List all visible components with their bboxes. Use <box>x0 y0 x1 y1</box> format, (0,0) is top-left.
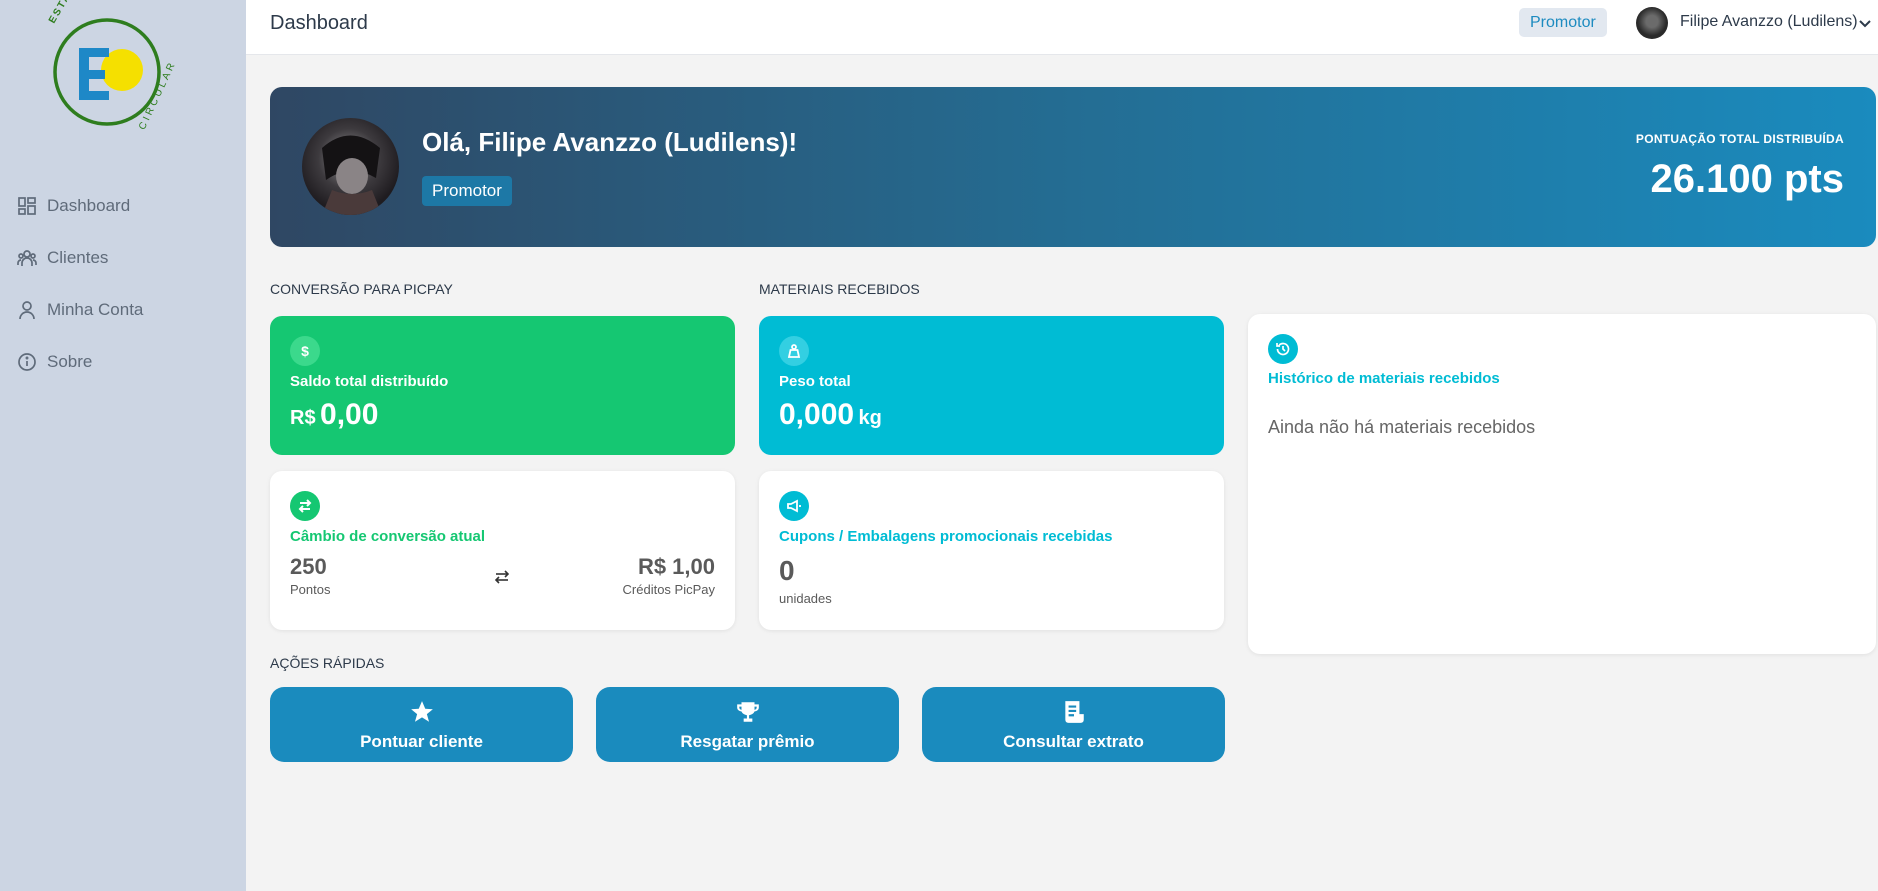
sidebar-item-sobre[interactable]: Sobre <box>0 336 246 388</box>
avatar[interactable] <box>1636 7 1668 39</box>
swap-icon <box>494 570 510 584</box>
history-label: Histórico de materiais recebidos <box>1268 370 1500 387</box>
balance-card: $ Saldo total distribuído R$ 0,00 <box>270 316 735 455</box>
sidebar: ESTAÇÃO CIRCULAR Dashboard Clientes Minh… <box>0 0 246 891</box>
sidebar-item-label: Clientes <box>47 248 109 267</box>
exchange-card: Câmbio de conversão atual 250 Pontos R$ … <box>270 471 735 630</box>
weight-scale-icon <box>779 336 809 366</box>
megaphone-icon <box>779 491 809 521</box>
sidebar-item-label: Sobre <box>47 352 93 371</box>
exchange-left-unit: Pontos <box>290 582 331 597</box>
materials-history-card: Histórico de materiais recebidos Ainda n… <box>1248 314 1876 654</box>
users-icon <box>17 250 37 266</box>
sidebar-item-label: Minha Conta <box>47 300 144 319</box>
dollar-icon: $ <box>290 336 320 366</box>
sidebar-item-dashboard[interactable]: Dashboard <box>0 180 246 232</box>
sidebar-item-minha-conta[interactable]: Minha Conta <box>0 284 246 336</box>
status-badge: Promotor <box>422 176 512 206</box>
sidebar-nav: Dashboard Clientes Minha Conta Sobre <box>0 180 246 388</box>
star-icon <box>410 701 433 722</box>
score-label: PONTUAÇÃO TOTAL DISTRIBUÍDA <box>1635 132 1844 146</box>
balance-value: 0,00 <box>320 398 379 431</box>
weight-label: Peso total <box>779 373 851 390</box>
exchange-arrows-icon <box>290 491 320 521</box>
info-icon <box>18 353 36 371</box>
exchange-right-unit: Créditos PicPay <box>622 582 715 597</box>
profile-avatar <box>302 118 399 215</box>
history-icon <box>1268 334 1298 364</box>
section-title-quick-actions: AÇÕES RÁPIDAS <box>270 655 385 671</box>
sidebar-item-label: Dashboard <box>47 196 131 215</box>
history-empty-text: Ainda não há materiais recebidos <box>1268 417 1536 437</box>
exchange-left-value: 250 <box>290 554 327 579</box>
coupons-card: Cupons / Embalagens promocionais recebid… <box>759 471 1224 630</box>
weight-card: Peso total 0,000 kg <box>759 316 1224 455</box>
statement-button[interactable]: Consultar extrato <box>922 687 1225 762</box>
page-title: Dashboard <box>270 12 368 34</box>
trophy-icon <box>736 702 759 722</box>
chevron-down-icon[interactable] <box>1858 16 1872 30</box>
weight-value: 0,000 <box>779 398 855 431</box>
section-title-picpay: CONVERSÃO PARA PICPAY <box>270 281 453 297</box>
topbar: Dashboard Promotor Filipe Avanzzo (Ludil… <box>246 0 1878 55</box>
welcome-banner: Olá, Filipe Avanzzo (Ludilens)! Promotor… <box>270 87 1876 247</box>
redeem-prize-label: Resgatar prêmio <box>680 732 815 751</box>
dashboard-grid-icon <box>18 197 36 215</box>
exchange-label: Câmbio de conversão atual <box>290 528 486 545</box>
score-client-button[interactable]: Pontuar cliente <box>270 687 573 762</box>
svg-text:$: $ <box>301 343 309 359</box>
user-icon <box>19 301 35 320</box>
statement-label: Consultar extrato <box>1003 732 1144 751</box>
sidebar-item-clientes[interactable]: Clientes <box>0 232 246 284</box>
role-badge: Promotor <box>1519 8 1607 37</box>
welcome-greeting: Olá, Filipe Avanzzo (Ludilens)! <box>422 127 798 157</box>
estacao-circular-logo[interactable]: ESTAÇÃO CIRCULAR <box>45 0 185 140</box>
score-value: 26.100 pts <box>1650 157 1844 201</box>
exchange-right-value: R$ 1,00 <box>637 554 715 579</box>
receipt-icon <box>1064 701 1084 723</box>
coupons-label: Cupons / Embalagens promocionais recebid… <box>779 528 1113 545</box>
user-menu-name[interactable]: Filipe Avanzzo (Ludilens) <box>1680 13 1858 31</box>
balance-label: Saldo total distribuído <box>290 373 449 390</box>
balance-currency: R$ <box>290 407 316 429</box>
section-title-materials: MATERIAIS RECEBIDOS <box>759 281 920 297</box>
score-client-label: Pontuar cliente <box>360 732 483 751</box>
weight-unit: kg <box>858 407 882 429</box>
coupons-unit: unidades <box>779 591 832 606</box>
coupons-value: 0 <box>779 555 795 586</box>
redeem-prize-button[interactable]: Resgatar prêmio <box>596 687 899 762</box>
